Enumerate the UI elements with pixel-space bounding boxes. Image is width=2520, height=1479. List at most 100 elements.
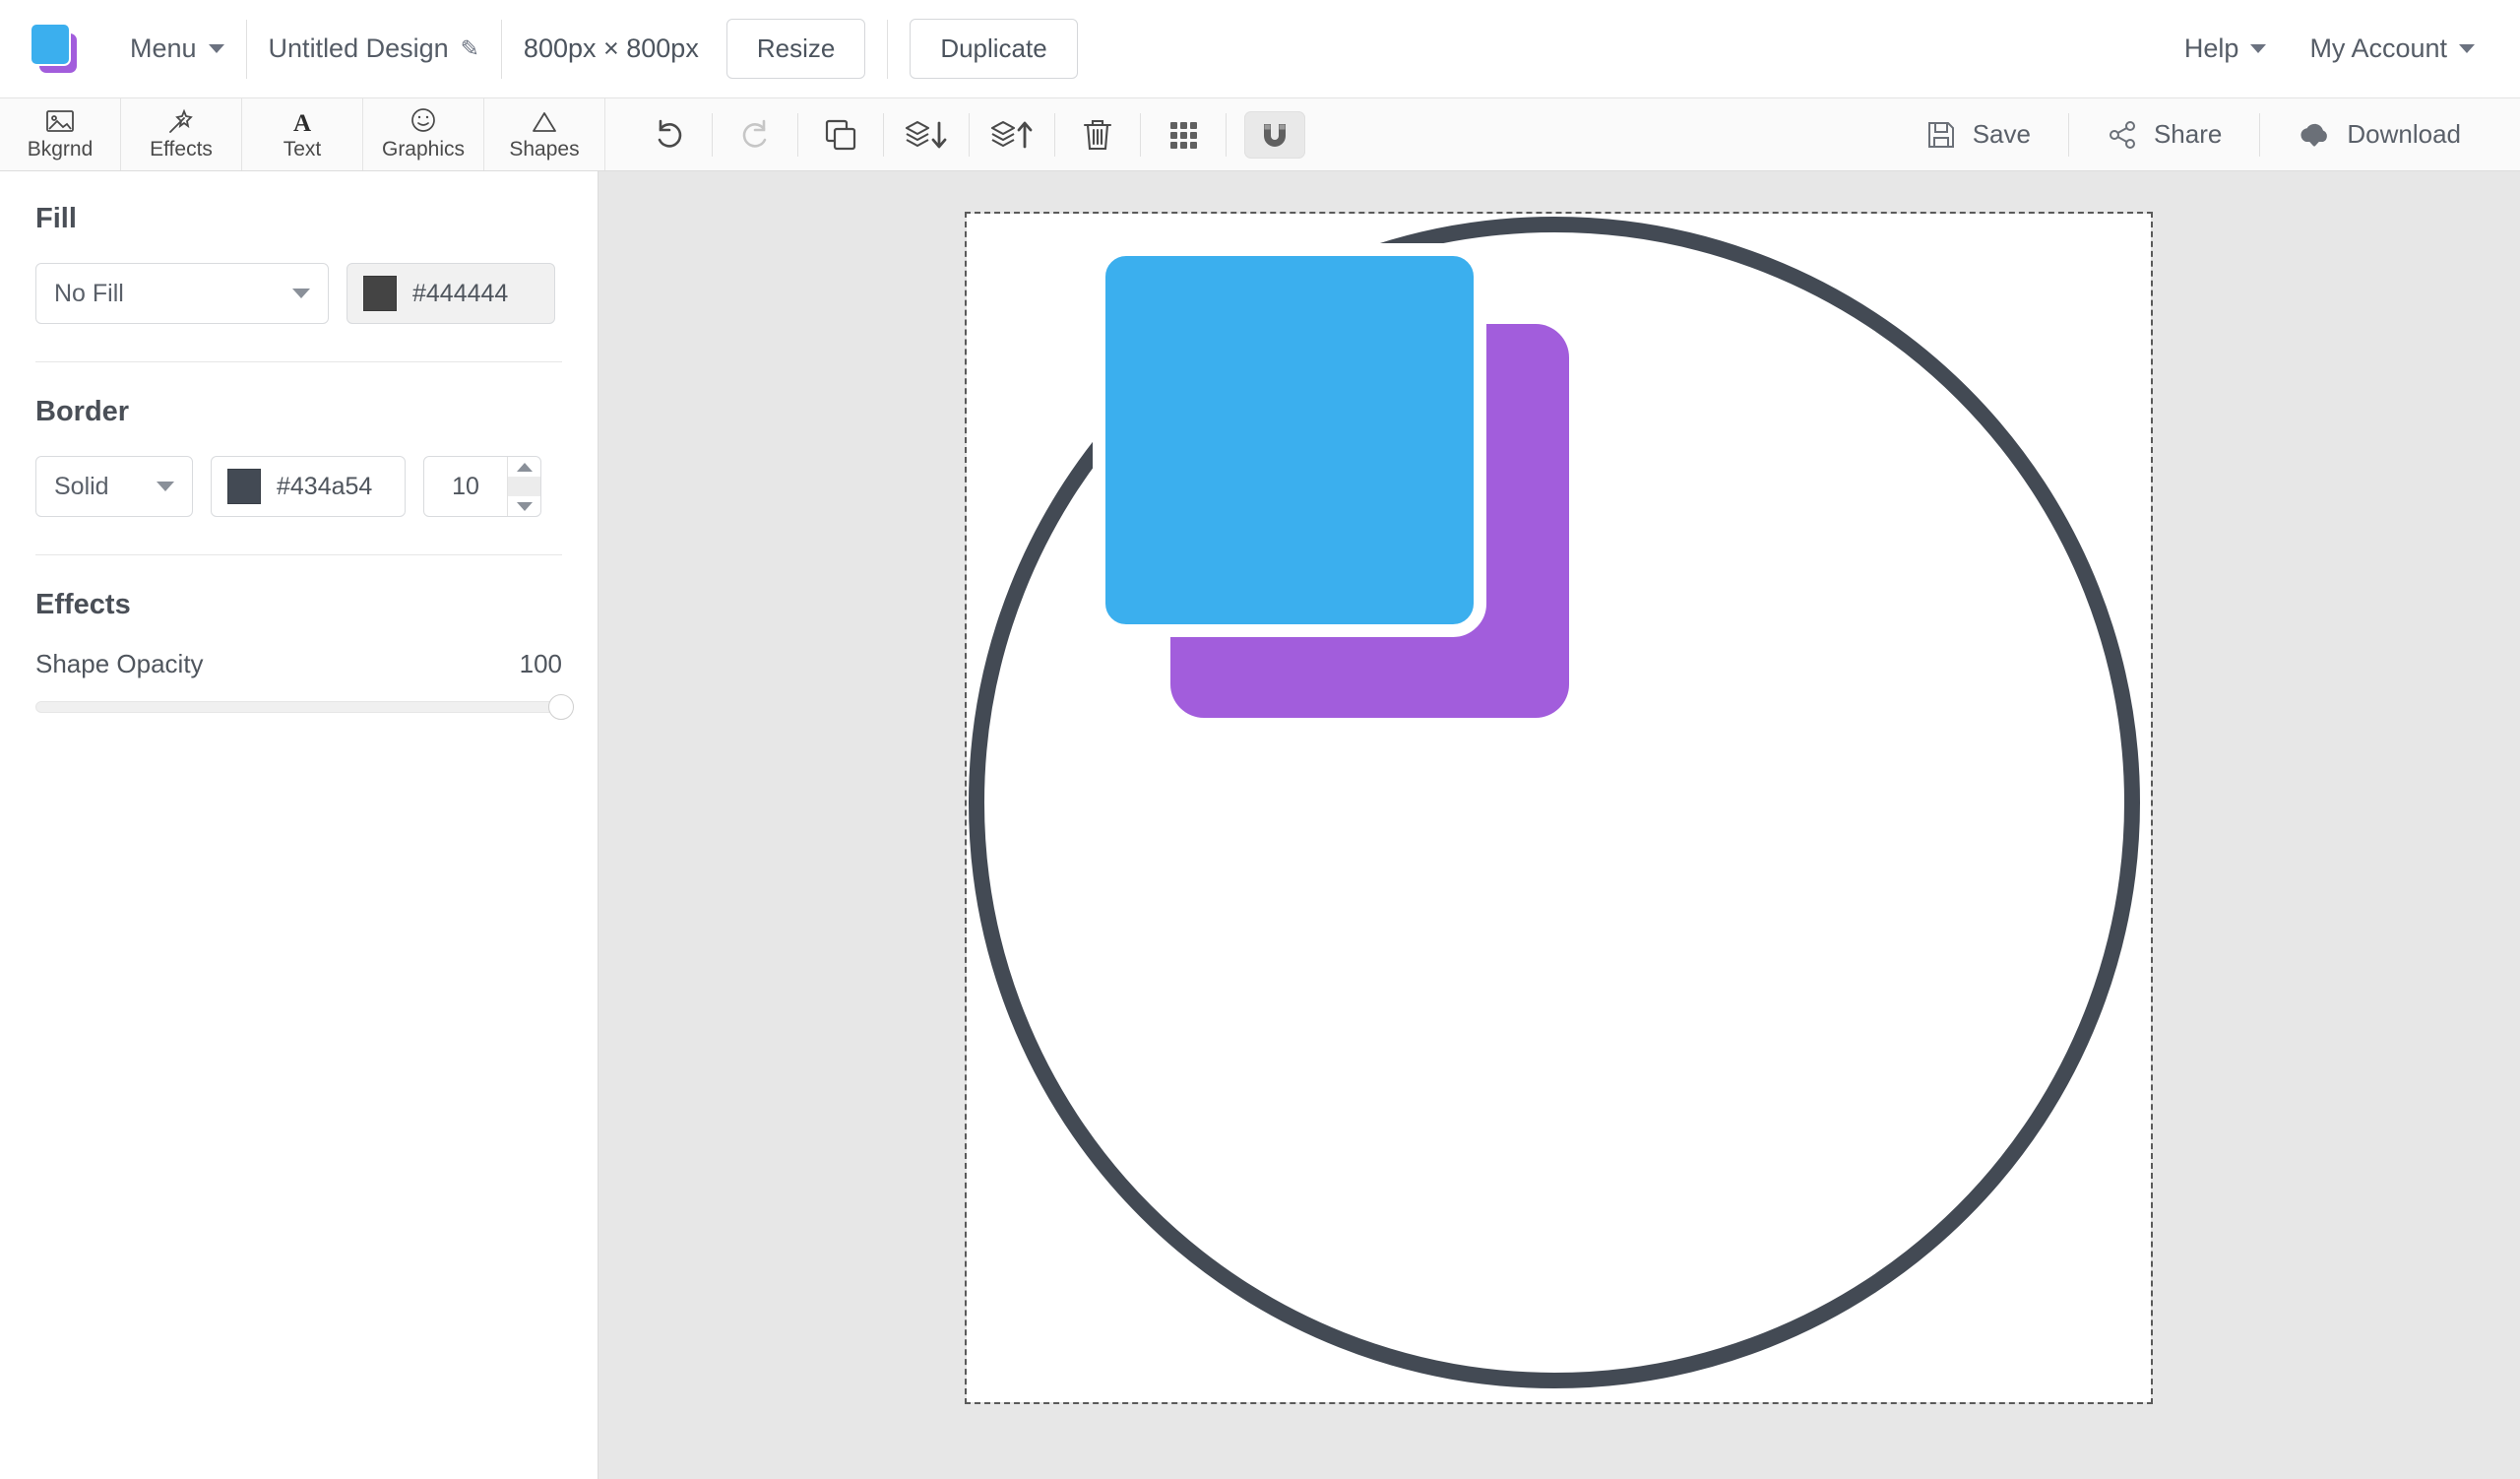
resize-button[interactable]: Resize: [725, 19, 866, 79]
tool-tab-group: Bkgrnd Effects A Text Graphics Shapes: [0, 98, 605, 170]
download-label: Download: [2347, 119, 2461, 149]
share-label: Share: [2153, 119, 2223, 149]
border-width-increment[interactable]: [508, 457, 540, 477]
floppy-disk-icon: [1925, 119, 1957, 151]
save-button[interactable]: Save: [1896, 98, 2060, 171]
border-width-stepper[interactable]: 10: [423, 456, 541, 517]
border-width-spinners: [507, 457, 540, 516]
bring-forward-button[interactable]: [977, 98, 1046, 171]
fill-controls-row: No Fill #444444: [35, 263, 562, 324]
tab-shapes-label: Shapes: [509, 137, 580, 161]
canvas-dimensions: 800px × 800px: [523, 33, 699, 63]
border-color-swatch: [227, 469, 261, 504]
chevron-down-icon: [157, 482, 174, 491]
account-label: My Account: [2309, 33, 2447, 63]
tab-bkgrnd-label: Bkgrnd: [27, 137, 94, 161]
toolbar-divider: [969, 112, 970, 157]
snap-button-active-background: [1244, 110, 1305, 159]
panel-divider: [35, 554, 562, 555]
spinner-divider: [508, 477, 540, 496]
workspace: Fill No Fill #444444 Border Solid #434a5…: [0, 171, 2520, 1479]
main-toolbar: Bkgrnd Effects A Text Graphics Shapes Sa…: [0, 98, 2520, 171]
toolbar-divider: [1226, 112, 1227, 157]
save-label: Save: [1972, 119, 2031, 149]
app-logo[interactable]: [0, 0, 108, 97]
redo-button[interactable]: [721, 98, 789, 171]
toolbar-divider: [712, 112, 713, 157]
stacked-squares-logo-icon: [27, 21, 82, 78]
svg-text:A: A: [293, 110, 311, 134]
logo-blue-square: [30, 22, 71, 66]
document-title[interactable]: Untitled Design ✎: [247, 0, 501, 97]
toolbar-divider: [2067, 112, 2069, 157]
canvas-stage[interactable]: [598, 171, 2520, 1479]
menu-label: Menu: [130, 33, 197, 63]
shape-opacity-slider-handle[interactable]: [548, 694, 574, 720]
triangle-icon: [531, 108, 558, 134]
shape-opacity-value: 100: [519, 649, 562, 678]
tab-text-label: Text: [283, 137, 322, 161]
toolbar-divider: [797, 112, 798, 157]
text-a-icon: A: [289, 108, 315, 134]
app-header: Menu Untitled Design ✎ 800px × 800px Res…: [0, 0, 2520, 98]
undo-button[interactable]: [635, 98, 704, 171]
border-color-hex: #434a54: [277, 472, 373, 500]
help-menu[interactable]: Help: [2163, 0, 2289, 97]
tab-graphics[interactable]: Graphics: [363, 98, 484, 170]
toolbar-divider: [1054, 112, 1055, 157]
duplicate-button-wrap: Duplicate: [888, 0, 1099, 97]
menu-button[interactable]: Menu: [108, 0, 246, 97]
tab-effects-label: Effects: [150, 137, 213, 161]
border-width-decrement[interactable]: [508, 496, 540, 516]
chevron-down-icon: [2250, 44, 2267, 53]
chevron-down-icon: [292, 289, 310, 298]
account-menu[interactable]: My Account: [2288, 0, 2520, 97]
chevron-down-icon: [208, 44, 224, 53]
caret-up-icon: [516, 462, 533, 472]
fill-color-picker[interactable]: #444444: [346, 263, 555, 324]
border-style-select[interactable]: Solid: [35, 456, 193, 517]
tab-effects[interactable]: Effects: [121, 98, 242, 170]
pencil-icon[interactable]: ✎: [461, 35, 479, 62]
shape-properties-panel: Fill No Fill #444444 Border Solid #434a5…: [0, 171, 598, 1479]
fill-section-title: Fill: [35, 203, 77, 234]
border-section-title: Border: [35, 396, 130, 427]
fill-color-hex: #444444: [412, 279, 509, 307]
grid-button[interactable]: [1149, 98, 1218, 171]
fill-type-select[interactable]: No Fill: [35, 263, 329, 324]
toolbar-divider: [2259, 112, 2261, 157]
send-backward-button[interactable]: [892, 98, 961, 171]
tab-text[interactable]: A Text: [242, 98, 363, 170]
document-title-label: Untitled Design: [268, 33, 449, 63]
tab-graphics-label: Graphics: [381, 137, 466, 161]
shape-opacity-slider[interactable]: [35, 694, 574, 720]
download-button[interactable]: Download: [2268, 98, 2490, 171]
snap-button[interactable]: [1234, 98, 1315, 171]
border-controls-row: Solid #434a54 10: [35, 456, 562, 517]
shape-blue-rounded-square[interactable]: [1093, 243, 1486, 637]
toolbar-divider: [883, 112, 884, 157]
design-canvas[interactable]: [965, 212, 2153, 1404]
delete-button[interactable]: [1063, 98, 1132, 171]
duplicate-button[interactable]: Duplicate: [910, 19, 1078, 79]
toolbar-right-group: Save Share Download: [1896, 98, 2520, 170]
shape-opacity-row: Shape Opacity 100: [35, 649, 562, 679]
border-color-picker[interactable]: #434a54: [211, 456, 406, 517]
toolbar-divider: [1140, 112, 1141, 157]
image-icon: [45, 108, 75, 134]
border-style-value: Solid: [54, 472, 109, 500]
panel-divider: [35, 361, 562, 362]
tab-shapes[interactable]: Shapes: [484, 98, 605, 170]
resize-button-wrap: Resize: [721, 0, 887, 97]
smiley-face-icon: [410, 107, 437, 134]
tab-bkgrnd[interactable]: Bkgrnd: [0, 98, 121, 170]
fill-type-value: No Fill: [54, 279, 124, 307]
share-nodes-icon: [2107, 119, 2138, 151]
duplicate-layer-button[interactable]: [806, 98, 875, 171]
share-button[interactable]: Share: [2077, 98, 2251, 171]
help-label: Help: [2183, 33, 2239, 63]
shape-opacity-label: Shape Opacity: [35, 649, 204, 678]
border-width-value[interactable]: 10: [424, 457, 507, 516]
effects-section-title: Effects: [35, 589, 131, 620]
fill-color-swatch: [363, 276, 397, 311]
